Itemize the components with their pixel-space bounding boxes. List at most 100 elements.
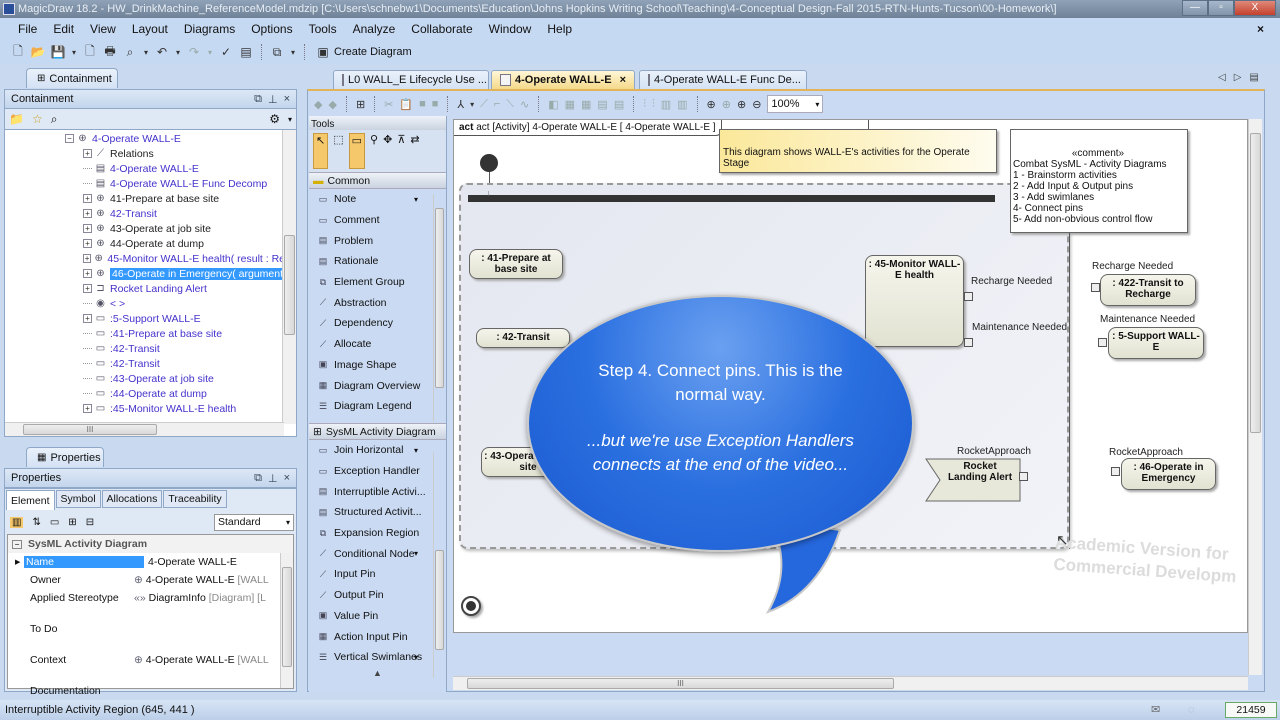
paste-icon[interactable]: 📋	[399, 98, 413, 111]
align-center-icon[interactable]: ⫶	[652, 98, 655, 111]
tree-item[interactable]: ▭:42-Transit	[83, 341, 285, 356]
palette-item-expansion-region[interactable]: ⧉ Expansion Region	[309, 523, 432, 544]
tree-item[interactable]: ▭:44-Operate at dump	[83, 386, 285, 401]
new-project-icon[interactable]: 🗋	[10, 44, 26, 60]
menu-file[interactable]: File	[10, 22, 45, 36]
close-window-button[interactable]: X	[1234, 0, 1276, 16]
forward-icon[interactable]: ◆	[328, 98, 336, 111]
chevron-down-icon[interactable]: ▾	[414, 446, 418, 455]
tree-item[interactable]: + ▭:5-Support WALL-E	[83, 311, 285, 326]
palette-item-output-pin[interactable]: ⟋ Output Pin	[309, 585, 432, 606]
palette-item-diagram-overview[interactable]: ▦ Diagram Overview	[309, 375, 432, 396]
palette-item-join-horizontal[interactable]: ▭ Join Horizontal ▾	[309, 440, 432, 461]
palette-item-conditional-node[interactable]: ⟋ Conditional Node ▾	[309, 543, 432, 564]
property-row-documentation[interactable]: Documentation	[8, 669, 293, 699]
action-monitor-health[interactable]: : 45-Monitor WALL-E health	[865, 255, 964, 347]
rectilinear-icon[interactable]: ⌐	[494, 98, 500, 110]
property-value[interactable]: 4-Operate WALL-E	[144, 556, 237, 568]
menu-analyze[interactable]: Analyze	[345, 22, 404, 36]
menu-edit[interactable]: Edit	[45, 22, 82, 36]
input-pin-maintenance[interactable]	[1098, 338, 1107, 347]
fork-node[interactable]	[468, 195, 995, 202]
pointer-tool-icon[interactable]: ↖	[313, 133, 329, 169]
tree-item[interactable]: ▤ 4-Operate WALL-E Func Decomp	[83, 176, 285, 191]
close-panel-icon[interactable]: ×	[284, 93, 290, 106]
input-pin-rocket-approach[interactable]	[1111, 467, 1120, 476]
find-icon[interactable]: ⌕	[122, 44, 138, 60]
expand-icon[interactable]: +	[83, 284, 92, 293]
subtab-symbol[interactable]: Symbol	[55, 490, 101, 508]
tree-item[interactable]: ▭:43-Operate at job site	[83, 371, 285, 386]
output-pin-recharge[interactable]	[964, 292, 973, 301]
float-panel-icon[interactable]: ⧉	[254, 472, 262, 485]
palette-group-sysml[interactable]: ⊞ SysML Activity Diagram	[309, 423, 446, 440]
sticky-mode-icon[interactable]: ▭	[348, 133, 366, 169]
tree-item[interactable]: + ⊕ 46-Operate in Emergency( argument	[83, 266, 285, 281]
swap-tool-icon[interactable]: ⇄	[410, 133, 419, 169]
expand-icon[interactable]: +	[83, 314, 92, 323]
tree-item[interactable]: − ⊕ 4-Operate WALL-E	[65, 131, 285, 146]
back-icon[interactable]: ◆	[314, 98, 322, 111]
zoom-level-select[interactable]: 100% ▾	[767, 95, 824, 113]
output-pin-maintenance[interactable]	[964, 338, 973, 347]
close-tab-icon[interactable]: ×	[620, 74, 626, 86]
palette-item-diagram-legend[interactable]: ☰ Diagram Legend	[309, 396, 432, 417]
redo-icon[interactable]: ↷	[186, 44, 202, 60]
align-right-icon[interactable]: ▥	[661, 98, 671, 111]
stamp-tool-icon[interactable]: ⚲	[370, 133, 378, 169]
containment-horizontal-scrollbar[interactable]: III	[5, 422, 284, 436]
chevron-down-icon[interactable]: ▾	[414, 653, 418, 662]
palette-item-structured-activit[interactable]: ▤ Structured Activit...	[309, 502, 432, 523]
tree-item[interactable]: ▭:42-Transit	[83, 356, 285, 371]
expand-icon[interactable]: +	[83, 404, 92, 413]
palette-item-abstraction[interactable]: ⟋ Abstraction	[309, 292, 432, 313]
next-tab-icon[interactable]: ▷	[1234, 72, 1242, 83]
menu-collaborate[interactable]: Collaborate	[403, 22, 480, 36]
expand-icon[interactable]: +	[83, 224, 92, 233]
align-icon[interactable]: ▤	[597, 98, 607, 111]
gear-dropdown-icon[interactable]: ▾	[288, 115, 292, 124]
tree-item[interactable]: + ⊕ 42-Transit	[83, 206, 285, 221]
oblique-icon[interactable]: ⟍	[506, 98, 514, 111]
expand-icon[interactable]: +	[83, 254, 92, 263]
tree-item[interactable]: + ⟋ Relations	[83, 146, 285, 161]
tree-item[interactable]: + ⊕ 45-Monitor WALL-E health( result : Re	[83, 251, 285, 266]
gear-icon[interactable]: ⚙	[269, 112, 280, 126]
path-style-icon[interactable]: ⟋	[480, 98, 488, 111]
action-prepare-base-site[interactable]: : 41-Prepare at base site	[469, 249, 563, 279]
diagram-tab-func-decomp[interactable]: 4-Operate WALL-E Func De...	[639, 70, 807, 89]
subtab-element[interactable]: Element	[6, 490, 55, 510]
palette-item-value-pin[interactable]: ▣ Value Pin	[309, 606, 432, 627]
palette-item-image-shape[interactable]: ▣ Image Shape	[309, 355, 432, 376]
zoom-fit-icon[interactable]: ⊕	[707, 98, 716, 111]
properties-panel-tab[interactable]: ▦ Properties	[26, 447, 104, 467]
expand-all-icon[interactable]: ⊞	[68, 517, 76, 528]
distribute-icon[interactable]: ▤	[614, 98, 624, 111]
pin-panel-icon[interactable]: ⊥	[268, 93, 278, 106]
palette-item-input-pin[interactable]: ⟋ Input Pin	[309, 564, 432, 585]
diagram-frame-label[interactable]: act act [Activity] 4-Operate WALL-E [ 4-…	[454, 120, 722, 136]
expand-icon[interactable]: +	[83, 194, 92, 203]
containment-panel-tab[interactable]: ⊞ Containment	[26, 68, 118, 88]
action-operate-in-emergency[interactable]: : 46-Operate in Emergency	[1121, 458, 1216, 490]
format-icon[interactable]: ▦	[565, 98, 575, 111]
palette-sysml-scrollbar[interactable]	[433, 452, 445, 678]
prev-tab-icon[interactable]: ◁	[1218, 72, 1226, 83]
containment-tree-icon[interactable]: ⊞	[356, 98, 365, 111]
palette-item-note[interactable]: ▭ Note ▾	[309, 189, 432, 210]
expand-icon[interactable]: +	[83, 239, 92, 248]
cut-icon[interactable]: ✂	[384, 98, 393, 111]
containment-vertical-scrollbar[interactable]	[282, 130, 296, 424]
property-row-owner[interactable]: Owner ⊕ 4-Operate WALL-E [WALL	[8, 571, 293, 589]
tree-item[interactable]: + ⊕ 43-Operate at job site	[83, 221, 285, 236]
zoom-in-icon[interactable]: ⊕	[737, 98, 746, 111]
validate-icon[interactable]: ✓	[218, 44, 234, 60]
categorized-view-icon[interactable]: ▥	[10, 516, 24, 528]
tree-item[interactable]: + ▭:45-Monitor WALL-E health	[83, 401, 285, 416]
palette-item-element-group[interactable]: ⧉ Element Group	[309, 272, 432, 293]
property-row-applied-stereotype[interactable]: Applied Stereotype «» DiagramInfo [Diagr…	[8, 589, 293, 607]
input-pin-recharge[interactable]	[1091, 283, 1100, 292]
close-panel-icon[interactable]: ×	[284, 472, 290, 485]
open-folder-icon[interactable]: 📁	[9, 112, 24, 126]
float-panel-icon[interactable]: ⧉	[254, 93, 262, 106]
